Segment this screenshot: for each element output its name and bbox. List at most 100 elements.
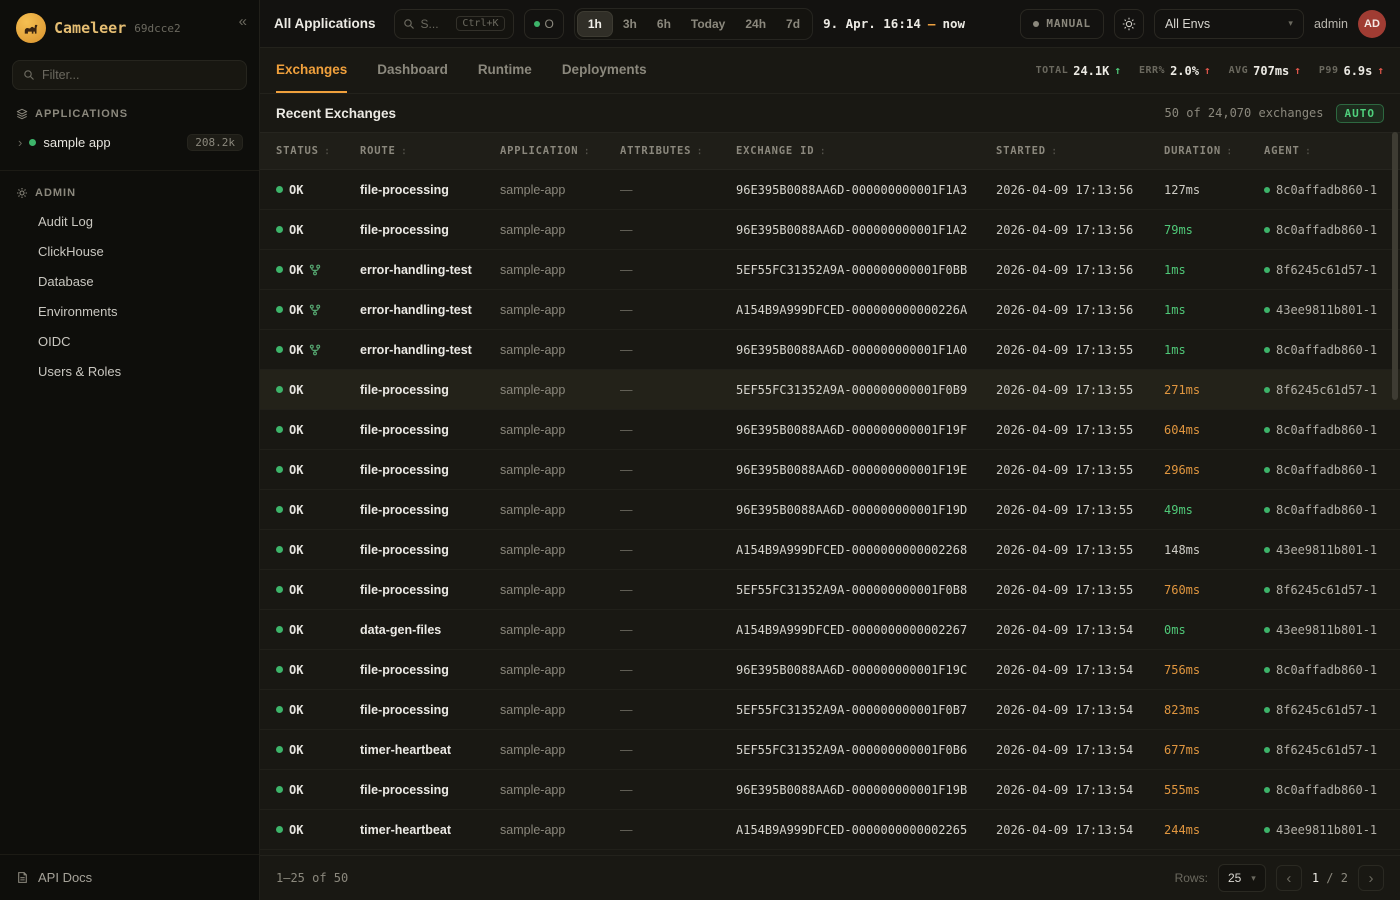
- sidebar-item-clickhouse[interactable]: ClickHouse: [0, 236, 259, 266]
- duration-cell: 823ms: [1164, 703, 1264, 717]
- exchange-row[interactable]: OK file-processing sample-app — 5EF55FC3…: [260, 570, 1400, 610]
- chevron-right-icon[interactable]: ›: [18, 135, 22, 150]
- column-label: STARTED: [996, 145, 1046, 157]
- time-range-1h[interactable]: 1h: [577, 11, 613, 37]
- exchange-row[interactable]: OK file-processing sample-app — 96E395B0…: [260, 490, 1400, 530]
- column-header-attributes[interactable]: ATTRIBUTES ∶: [620, 145, 736, 158]
- column-header-agent[interactable]: AGENT ∶: [1264, 145, 1384, 158]
- started-cell: 2026-04-09 17:13:55: [996, 423, 1164, 437]
- tabs: Exchanges Dashboard Runtime Deployments: [276, 48, 647, 93]
- env-select[interactable]: All Envs ▾: [1154, 9, 1304, 39]
- sort-icon: ∶: [1226, 145, 1233, 158]
- status-cell: OK: [276, 223, 360, 237]
- auto-refresh-badge[interactable]: AUTO: [1336, 104, 1385, 123]
- exchange-id-cell: A154B9A999DFCED-0000000000002268: [736, 543, 996, 557]
- tab-deployments[interactable]: Deployments: [562, 48, 647, 93]
- manual-mode-button[interactable]: MANUAL: [1020, 9, 1104, 39]
- exchange-row[interactable]: OK file-processing sample-app — 5EF55FC3…: [260, 690, 1400, 730]
- status-cell: OK: [276, 823, 360, 837]
- scrollbar-thumb[interactable]: [1392, 132, 1398, 400]
- exchange-row[interactable]: OK file-processing sample-app — 96E395B0…: [260, 450, 1400, 490]
- page-title: All Applications: [274, 16, 376, 31]
- exchange-row[interactable]: OK file-processing sample-app — 96E395B0…: [260, 170, 1400, 210]
- date-range[interactable]: 9. Apr. 16:14 — now: [823, 16, 965, 31]
- duration-cell: 604ms: [1164, 423, 1264, 437]
- column-header-route[interactable]: ROUTE ∶: [360, 145, 500, 158]
- global-search-input[interactable]: [421, 17, 447, 31]
- sidebar-item-audit-log[interactable]: Audit Log: [0, 206, 259, 236]
- exchange-id-cell: 96E395B0088AA6D-000000000001F19B: [736, 783, 996, 797]
- prev-page-button[interactable]: ‹: [1276, 865, 1302, 891]
- agent-cell: 8c0affadb860-1: [1264, 783, 1384, 797]
- exchange-row[interactable]: OK timer-heartbeat sample-app — A154B9A9…: [260, 810, 1400, 850]
- status-cell: OK: [276, 783, 360, 797]
- exchange-row[interactable]: OK file-processing sample-app — 5EF55FC3…: [260, 370, 1400, 410]
- exchange-id-cell: 5EF55FC31352A9A-000000000001F0B7: [736, 703, 996, 717]
- avatar[interactable]: AD: [1358, 10, 1386, 38]
- exchange-row[interactable]: OK data-gen-files sample-app — A154B9A99…: [260, 610, 1400, 650]
- table-title-row: Recent Exchanges 50 of 24,070 exchanges …: [260, 94, 1400, 132]
- sidebar-item-database[interactable]: Database: [0, 266, 259, 296]
- next-page-button[interactable]: ›: [1358, 865, 1384, 891]
- exchange-id-cell: 96E395B0088AA6D-000000000001F19D: [736, 503, 996, 517]
- agent-id: 8f6245c61d57-1: [1276, 383, 1377, 397]
- tab-dashboard[interactable]: Dashboard: [377, 48, 448, 93]
- exchange-row[interactable]: OK error-handling-test sample-app — A154…: [260, 290, 1400, 330]
- sidebar-collapse-button[interactable]: «: [239, 13, 247, 30]
- duration-cell: 677ms: [1164, 743, 1264, 757]
- time-range-today[interactable]: Today: [681, 11, 735, 37]
- exchange-row[interactable]: OK file-processing sample-app — A154B9A9…: [260, 530, 1400, 570]
- api-docs-label: API Docs: [38, 870, 92, 885]
- time-range-7d[interactable]: 7d: [776, 11, 810, 37]
- attributes-cell: —: [620, 583, 736, 597]
- api-docs-link[interactable]: API Docs: [0, 854, 259, 900]
- sidebar-item-users-roles[interactable]: Users & Roles: [0, 356, 259, 386]
- column-header-duration[interactable]: DURATION ∶: [1164, 145, 1264, 158]
- column-header-started[interactable]: STARTED ∶: [996, 145, 1164, 158]
- page-separator: /: [1326, 871, 1333, 885]
- duration-cell: 1ms: [1164, 343, 1264, 357]
- route-cell: timer-heartbeat: [360, 823, 500, 837]
- exchange-row[interactable]: OK file-processing sample-app — 96E395B0…: [260, 770, 1400, 810]
- column-header-application[interactable]: APPLICATION ∶: [500, 145, 620, 158]
- time-range-3h[interactable]: 3h: [613, 11, 647, 37]
- exchange-row[interactable]: OK file-processing sample-app — 96E395B0…: [260, 650, 1400, 690]
- sidebar-item-sample-app[interactable]: › sample app 208.2k: [0, 127, 259, 158]
- status-ok-dot: [276, 626, 283, 633]
- exchange-row[interactable]: OK file-processing sample-app — 96E395B0…: [260, 210, 1400, 250]
- tab-exchanges[interactable]: Exchanges: [276, 48, 347, 93]
- started-cell: 2026-04-09 17:13:55: [996, 463, 1164, 477]
- sidebar-item-environments[interactable]: Environments: [0, 296, 259, 326]
- live-toggle[interactable]: O: [524, 9, 564, 39]
- agent-status-dot: [1264, 787, 1270, 793]
- exchange-row[interactable]: OK timer-heartbeat sample-app — 5EF55FC3…: [260, 730, 1400, 770]
- application-cell: sample-app: [500, 743, 620, 757]
- time-range-24h[interactable]: 24h: [735, 11, 776, 37]
- search-icon: [23, 69, 35, 81]
- application-cell: sample-app: [500, 823, 620, 837]
- exchange-row[interactable]: OK error-handling-test sample-app — 5EF5…: [260, 250, 1400, 290]
- time-range-6h[interactable]: 6h: [647, 11, 681, 37]
- tab-runtime[interactable]: Runtime: [478, 48, 532, 93]
- sidebar-filter-input[interactable]: [42, 68, 236, 82]
- sun-icon: [1122, 17, 1136, 31]
- route-cell: timer-heartbeat: [360, 743, 500, 757]
- exchange-row[interactable]: OK error-handling-test sample-app — 96E3…: [260, 330, 1400, 370]
- column-header-status[interactable]: STATUS ∶: [276, 145, 360, 158]
- stat-p99: P99 6.9s ↑: [1319, 64, 1384, 78]
- agent-id: 8f6245c61d57-1: [1276, 263, 1377, 277]
- agent-cell: 8c0affadb860-1: [1264, 463, 1384, 477]
- theme-toggle-button[interactable]: [1114, 9, 1144, 39]
- sidebar-item-oidc[interactable]: OIDC: [0, 326, 259, 356]
- stat-value: 6.9s: [1343, 64, 1372, 78]
- attributes-cell: —: [620, 783, 736, 797]
- exchange-row[interactable]: OK file-processing sample-app — 96E395B0…: [260, 410, 1400, 450]
- sort-icon: ∶: [583, 145, 590, 158]
- status-ok-dot: [276, 346, 283, 353]
- status-ok-dot: [276, 466, 283, 473]
- rows-per-page-select[interactable]: 25 ▾: [1218, 864, 1266, 892]
- column-header-exchange-id[interactable]: EXCHANGE ID ∶: [736, 145, 996, 158]
- status-cell: OK: [276, 623, 360, 637]
- stat-avg: AVG 707ms ↑: [1229, 64, 1301, 78]
- duration-cell: 79ms: [1164, 223, 1264, 237]
